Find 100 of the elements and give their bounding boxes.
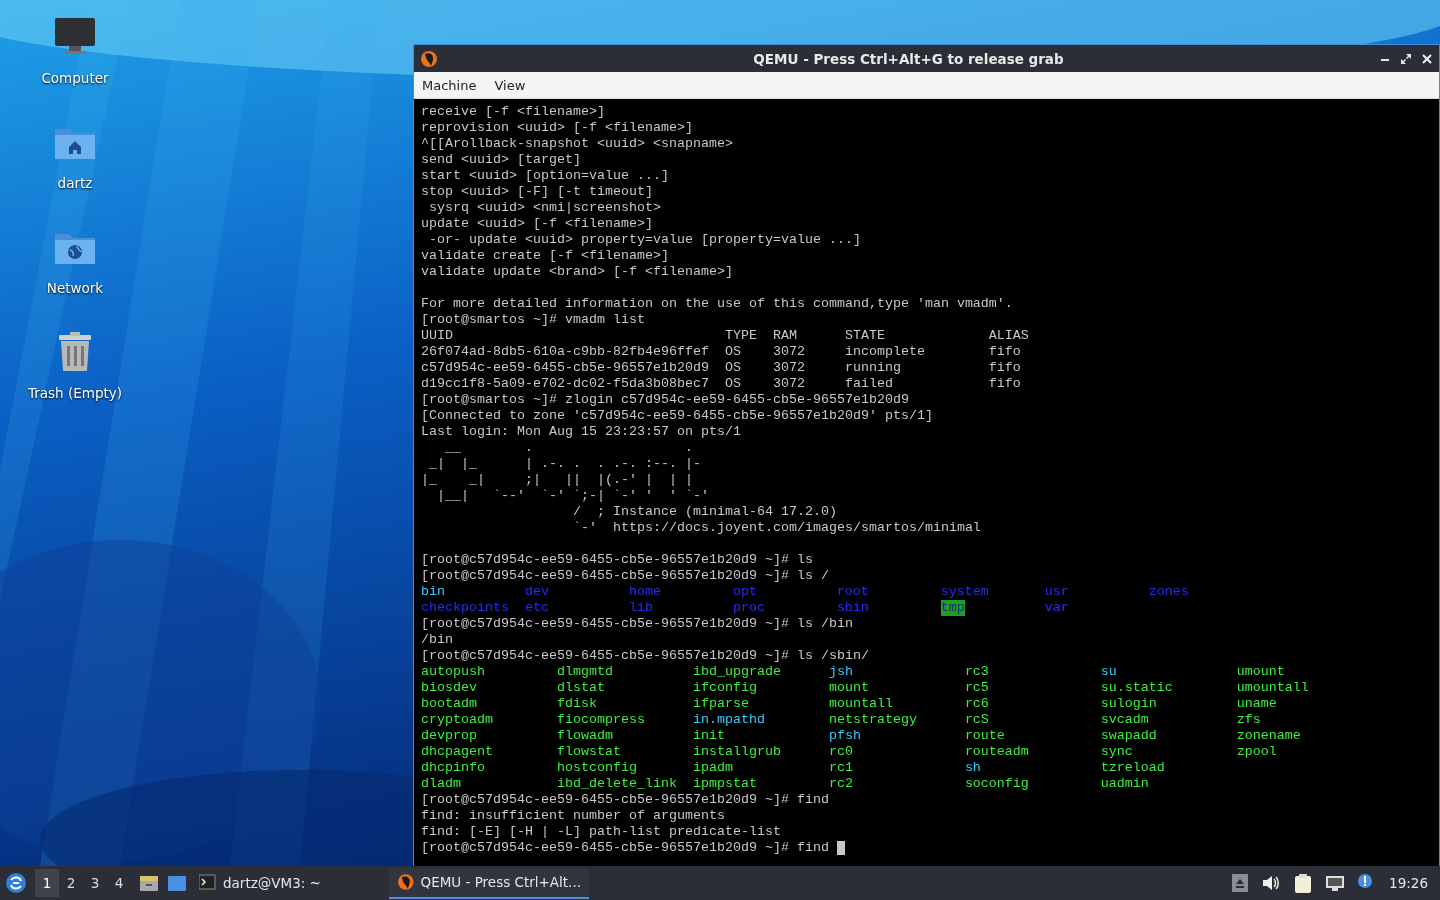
terminal-line: d19cc1f8-5a09-e702-dc02-f5da3b08bec7 OS 3072 failed fifo (421, 376, 1022, 392)
terminal-line: For more detailed information on the use of this command,type 'man vmadm'. (421, 296, 1014, 312)
menu-item[interactable]: View (494, 77, 526, 93)
window-title: QEMU - Press Ctrl+Alt+G to release grab (752, 50, 1065, 67)
terminal-line: __ . . (444, 440, 694, 456)
file-name: dhcpinfo (421, 760, 485, 776)
file-name: zfs (1236, 712, 1261, 728)
desktop-icon[interactable] (167, 873, 187, 893)
file-name: zonename (1236, 728, 1301, 744)
file-name: init (692, 728, 725, 744)
upload-icon[interactable] (1231, 873, 1250, 893)
terminal-line: [root@c57d954c-ee59-6455-cb5e-96557e1b20d9 ~]# ls (421, 552, 814, 568)
file-name: bootadm (421, 696, 477, 712)
file-name: flowstat (556, 744, 621, 760)
file-name: installgrub (692, 744, 781, 760)
file-name: root (836, 584, 869, 600)
file-name: biosdev (421, 680, 477, 696)
terminal-line: validate create [-f <filename>] (421, 248, 670, 264)
file-name: mountall (828, 696, 893, 712)
file-name: home (628, 584, 661, 600)
file-name: zpool (1236, 744, 1277, 760)
file-name: checkpoints (421, 600, 509, 616)
file-name: fiocompress (556, 712, 645, 728)
file-name: dlstat (556, 680, 605, 696)
workspace-button[interactable]: 1 (35, 869, 59, 897)
file-name: jsh (828, 664, 853, 680)
file-name: pfsh (828, 728, 861, 744)
file-name: uname (1236, 696, 1277, 712)
icon-label[interactable]: Network (46, 280, 104, 296)
file-name: sync (1100, 744, 1133, 760)
file-name: autopush (421, 664, 485, 680)
file-cabinet-icon[interactable] (139, 873, 159, 893)
file-name: netstrategy (828, 712, 917, 728)
terminal-line: Last login: Mon Aug 15 23:23:57 on pts/1 (421, 424, 742, 440)
terminal-line: -or- update <uuid> property=value [property=value ...] (428, 232, 862, 248)
terminal-line: find: [-E] [-H | -L] path-list predicate-list (421, 824, 782, 840)
file-name: umount (1236, 664, 1285, 680)
file-name: routeadm (964, 744, 1029, 760)
terminal-line: [root@c57d954c-ee59-6455-cb5e-96557e1b20d9 ~]# ls / (421, 568, 830, 584)
file-name: rc3 (964, 664, 989, 680)
terminal-line: |__| `--' `-' `;-| `-' ' ' `-' (436, 488, 710, 504)
maximize-icon[interactable] (1400, 52, 1412, 65)
volume-icon[interactable] (1261, 873, 1282, 893)
file-name: cryptoadm (421, 712, 493, 728)
terminal-line: [root@smartos ~]# zlogin c57d954c-ee59-6455-cb5e-96557e1b20d9 (421, 392, 910, 408)
workspace-button[interactable]: 3 (83, 869, 107, 897)
file-name: system (940, 584, 989, 600)
terminal-line: _| |_ | .-. . . .-. :--. |- (428, 456, 702, 472)
close-icon[interactable] (1421, 52, 1433, 65)
file-name: sbin (836, 600, 869, 616)
terminal-line: [root@c57d954c-ee59-6455-cb5e-96557e1b20d9 ~]# ls /bin (421, 616, 854, 632)
terminal-line: `-' https://docs.joyent.com/images/smartos/minimal (571, 520, 982, 536)
file-name: ifconfig (692, 680, 757, 696)
icon-label[interactable]: Trash (Empty) (27, 385, 122, 401)
network-monitor-icon[interactable] (1325, 873, 1346, 893)
terminal-line: [Connected to zone 'c57d954c-ee59-6455-cb5e-96557e1b20d9' pts/1] (421, 408, 934, 424)
terminal-line: sysrq <uuid> <nmi|screenshot> (428, 200, 662, 216)
file-name: flowadm (556, 728, 613, 744)
file-name: dhcpagent (421, 744, 493, 760)
task-label: dartz@VM3: ~ (223, 875, 321, 891)
clock[interactable]: 19:26 (1389, 875, 1428, 891)
start-menu-icon[interactable] (5, 872, 27, 894)
terminal-line: start <uuid> [option=value ...] (421, 168, 670, 184)
terminal-line: stop <uuid> [-F] [-t timeout] (421, 184, 654, 200)
file-name: var (1044, 600, 1069, 616)
file-name: ibd_upgrade (692, 664, 781, 680)
clipboard-icon[interactable] (1293, 873, 1314, 893)
taskbar-task[interactable]: QEMU - Press Ctrl+Alt... (389, 867, 589, 899)
terminal-line: UUID TYPE RAM STATE ALIAS (421, 328, 1030, 344)
file-name: sh (964, 760, 981, 776)
terminal-line: receive [-f <filename>] (421, 104, 606, 120)
task-label: QEMU - Press Ctrl+Alt... (420, 874, 581, 890)
file-name: zones (1148, 584, 1189, 600)
terminal-line: [root@c57d954c-ee59-6455-cb5e-96557e1b20d9 ~]# find (421, 840, 829, 856)
file-name: rc0 (828, 744, 853, 760)
app-icon (397, 873, 415, 891)
terminal-line: c57d954c-ee59-6455-cb5e-96557e1b20d9 OS 3072 running fifo (421, 360, 1022, 376)
file-name: devprop (421, 728, 477, 744)
terminal-line: ^[[Arollback-snapshot <uuid> <snapname> (421, 136, 734, 152)
workspace-button[interactable]: 4 (107, 869, 131, 897)
terminal-line: [root@c57d954c-ee59-6455-cb5e-96557e1b20d9 ~]# ls /sbin/ (421, 648, 870, 664)
terminal-line: [root@c57d954c-ee59-6455-cb5e-96557e1b20d9 ~]# find (421, 792, 830, 808)
file-name: proc (732, 600, 765, 616)
file-name: lib (628, 600, 653, 616)
terminal-line: validate update <brand> [-f <filename>] (421, 264, 734, 280)
terminal-line: / ; Instance (minimal-64 17.2.0) (571, 504, 838, 520)
file-name: su (1100, 664, 1117, 680)
terminal-line: reprovision <uuid> [-f <filename>] (421, 120, 694, 136)
file-name: dladm (421, 776, 461, 792)
workspace-button[interactable]: 2 (59, 869, 83, 897)
taskbar-task[interactable]: dartz@VM3: ~ (191, 867, 385, 899)
file-name: rc1 (828, 760, 853, 776)
file-name: route (964, 728, 1005, 744)
file-name: tzreload (1100, 760, 1165, 776)
file-name: usr (1044, 584, 1069, 600)
file-name: su.static (1100, 680, 1173, 696)
file-name: etc (524, 600, 549, 616)
terminal-line: |_ _| ;| || |(.-' | | | (421, 472, 694, 488)
menu-item[interactable]: Machine (422, 77, 477, 93)
icon-label[interactable]: dartz (57, 175, 93, 191)
